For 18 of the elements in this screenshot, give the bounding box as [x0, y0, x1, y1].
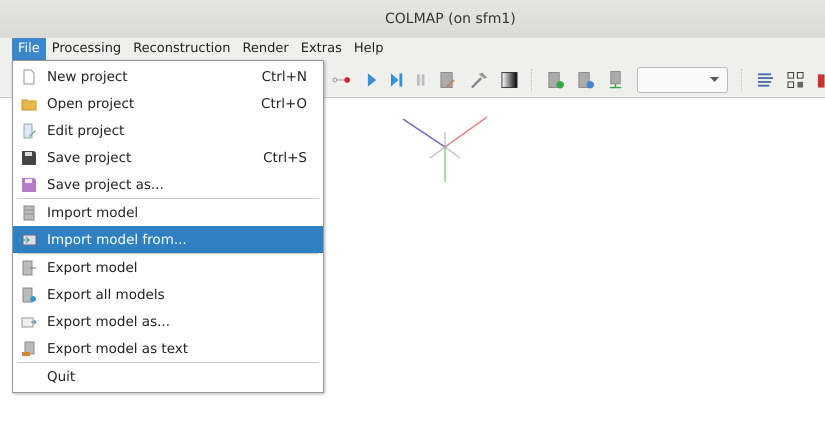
menu-item[interactable]: Export all models [13, 281, 323, 308]
menu-item[interactable]: Save project as... [13, 171, 323, 198]
menu[interactable]: Help [348, 38, 390, 62]
menu-item[interactable]: Import model [13, 199, 323, 226]
menu[interactable]: Extras [294, 38, 348, 62]
menu-item[interactable]: Edit project [13, 117, 323, 144]
menu-item[interactable]: Export model as... [13, 308, 323, 335]
menu[interactable]: Processing [46, 38, 128, 62]
menu-item[interactable]: Export model [13, 254, 323, 281]
menu-item[interactable]: Open project Ctrl+O [13, 90, 323, 117]
menu[interactable]: Reconstruction [127, 38, 236, 62]
menu[interactable]: File [12, 38, 46, 62]
window-title: COLMAP (on sfm1) [385, 11, 516, 27]
menu-item[interactable]: Quit [13, 363, 323, 390]
menu[interactable]: Render [236, 38, 295, 62]
menu-item[interactable]: Export model as text [13, 335, 323, 362]
menu-item[interactable]: Save project Ctrl+S [13, 144, 323, 171]
menu-item[interactable]: Import model from... [13, 226, 323, 253]
